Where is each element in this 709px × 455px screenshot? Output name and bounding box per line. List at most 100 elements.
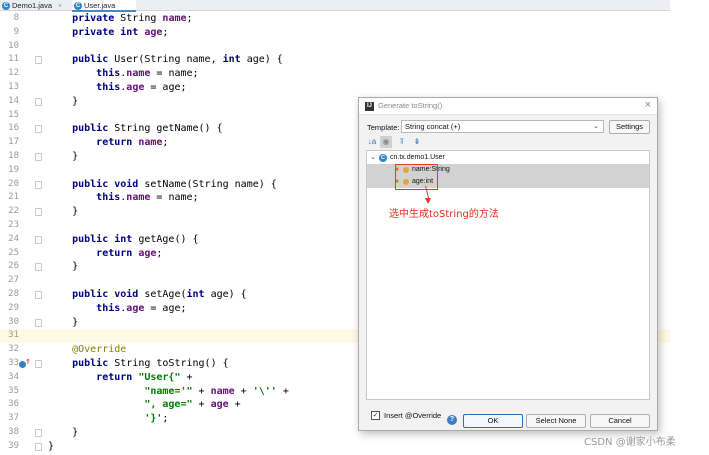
line-number: 8	[13, 13, 19, 23]
code-text: return age;	[96, 247, 163, 259]
tab-label: Demo1.java	[12, 1, 53, 10]
watermark: CSDN @谢家小布柔	[584, 437, 676, 448]
code-text: return "User{" +	[96, 371, 193, 383]
line-number: 10	[8, 40, 19, 51]
line-number: 26	[8, 261, 19, 272]
editor-tab-bar: C Demo1.java × C User.java	[0, 0, 670, 12]
code-text: }	[48, 316, 79, 328]
line-number: 25	[8, 247, 19, 258]
tab-label: User.java	[84, 1, 116, 10]
annotation-text: 选中生成toString的方法	[389, 209, 499, 220]
fold-icon[interactable]	[35, 153, 42, 161]
insert-override-checkbox[interactable]: ✓	[371, 411, 380, 420]
fold-icon[interactable]	[35, 442, 42, 451]
tab-demo1-java[interactable]: C Demo1.java ×	[0, 0, 70, 11]
code-text: this.age = age;	[96, 82, 187, 93]
code-text: public String getName() {	[72, 123, 223, 135]
code-text: }	[48, 206, 79, 218]
line-number: 34	[8, 371, 19, 382]
code-text: }	[48, 440, 55, 452]
line-number: 28	[8, 289, 19, 299]
line-number: 16	[8, 123, 19, 134]
line-number: 12	[8, 68, 19, 79]
help-icon[interactable]: ?	[447, 415, 457, 425]
code-text: public String toString() {	[72, 358, 229, 369]
code-line[interactable]: 10	[0, 40, 670, 54]
close-tab-icon[interactable]: ×	[58, 3, 62, 10]
code-text: this.name = name;	[96, 68, 199, 80]
fold-icon[interactable]	[35, 429, 42, 437]
line-number: 13	[8, 82, 19, 92]
line-number: 23	[8, 220, 19, 230]
close-icon[interactable]: ×	[645, 99, 651, 111]
line-number: 21	[8, 192, 19, 203]
code-text: return name;	[96, 137, 169, 149]
code-text: '}';	[144, 413, 169, 425]
expand-all-icon[interactable]: ⫪	[396, 136, 408, 148]
chevron-down-icon: ⌄	[593, 123, 599, 130]
line-number: 31	[8, 330, 19, 341]
code-line[interactable]: 13 this.age = age;	[0, 81, 670, 95]
code-text: ", age=" + age +	[144, 399, 241, 411]
override-method-icon[interactable]: ↑	[19, 358, 31, 369]
line-number: 32	[8, 344, 19, 355]
line-number: 17	[8, 137, 19, 148]
tab-user-java[interactable]: C User.java	[72, 0, 136, 12]
line-number: 36	[8, 399, 19, 410]
code-text: this.name = name;	[96, 192, 199, 204]
annotation-arrow-head	[425, 198, 431, 204]
show-inherited-icon[interactable]: ◉	[380, 136, 392, 148]
fold-icon[interactable]	[35, 56, 42, 65]
code-line[interactable]: 11 public User(String name, int age) {	[0, 53, 670, 67]
code-line[interactable]: 9 private int age;	[0, 26, 670, 40]
fold-icon[interactable]	[35, 263, 42, 272]
fold-icon[interactable]	[35, 125, 42, 134]
code-text: private int age;	[72, 26, 169, 38]
code-line[interactable]: 8 private String name;	[0, 12, 670, 26]
code-text: }	[48, 427, 79, 438]
code-text: }	[48, 261, 79, 273]
java-class-icon: C	[2, 1, 10, 10]
tree-node-class[interactable]: ⌄ C cn.tx.demo1.User	[367, 152, 649, 164]
collapse-all-icon[interactable]: ⇟	[411, 136, 423, 148]
chevron-down-icon[interactable]: ⌄	[370, 152, 376, 164]
fold-icon[interactable]	[35, 208, 42, 217]
code-text: }	[48, 151, 79, 162]
insert-override-label: Insert @Override	[384, 411, 442, 420]
fold-icon[interactable]	[35, 97, 42, 106]
line-number: 39	[8, 440, 19, 451]
line-number: 9	[13, 26, 19, 37]
line-number: 11	[8, 54, 19, 65]
select-none-button[interactable]: Select None	[526, 414, 586, 428]
code-line[interactable]: 39}	[0, 440, 670, 454]
code-text: public void setAge(int age) {	[72, 289, 247, 300]
template-label: Template:	[367, 123, 400, 132]
fold-icon[interactable]	[35, 360, 42, 368]
intellij-icon: IJ	[365, 102, 374, 111]
sort-alpha-icon[interactable]: ↓a	[366, 136, 378, 148]
annotation-highlight-box	[395, 164, 438, 190]
line-number: 22	[8, 206, 19, 217]
line-number: 20	[8, 178, 19, 189]
fold-icon[interactable]	[35, 180, 42, 189]
template-select[interactable]: String concat (+) ⌄	[401, 120, 604, 133]
code-line[interactable]: 12 this.name = name;	[0, 67, 670, 81]
code-text: public int getAge() {	[72, 233, 199, 245]
line-number: 38	[8, 427, 19, 437]
template-value: String concat (+)	[405, 122, 461, 131]
line-number: 33	[8, 358, 19, 368]
cancel-button[interactable]: Cancel	[590, 414, 650, 428]
line-number: 14	[8, 95, 19, 106]
fold-icon[interactable]	[35, 291, 42, 299]
fold-icon[interactable]	[35, 235, 42, 244]
code-text: }	[48, 95, 79, 107]
settings-button[interactable]: Settings	[609, 120, 650, 134]
generate-tostring-dialog: IJ Generate toString() × Template: Strin…	[358, 97, 658, 431]
class-name: cn.tx.demo1.User	[390, 154, 445, 161]
code-text: public User(String name, int age) {	[72, 54, 283, 66]
ok-button[interactable]: OK	[463, 414, 523, 428]
line-number: 37	[8, 413, 19, 424]
line-number: 35	[8, 385, 19, 396]
fold-icon[interactable]	[35, 318, 42, 327]
dialog-title-bar[interactable]: IJ Generate toString() ×	[359, 98, 657, 115]
